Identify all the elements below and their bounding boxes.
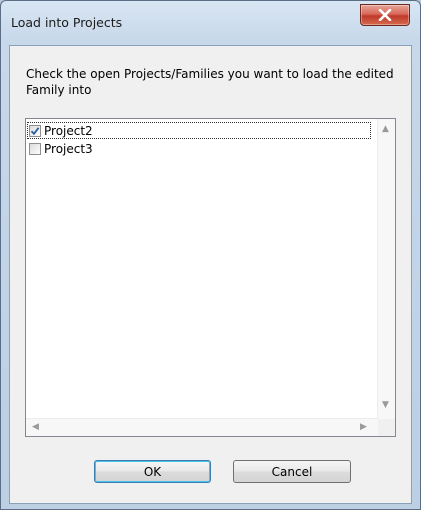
project3-label: Project3 (44, 141, 93, 156)
scroll-right-icon[interactable]: ▶ (360, 423, 367, 432)
scroll-down-icon[interactable]: ▼ (382, 401, 389, 410)
list-item-project2[interactable]: Project2 (27, 122, 371, 139)
vertical-scrollbar[interactable]: ▲ ▼ (377, 119, 395, 419)
cancel-button[interactable]: Cancel (233, 460, 351, 483)
ok-button[interactable]: OK (94, 460, 211, 483)
scroll-left-icon[interactable]: ◀ (32, 423, 39, 432)
project2-label: Project2 (44, 123, 93, 138)
dialog-title: Load into Projects (11, 15, 123, 30)
project2-checkbox[interactable] (29, 124, 41, 137)
instruction-text: Check the open Projects/Families you wan… (26, 67, 394, 97)
scrollbar-corner (378, 419, 395, 436)
scroll-up-icon[interactable]: ▲ (382, 125, 389, 134)
list-item-project3[interactable]: Project3 (27, 140, 93, 157)
title-bar[interactable]: Load into Projects (1, 1, 420, 45)
dialog-window: Load into Projects Check the open Projec… (0, 0, 421, 510)
projects-listbox[interactable]: Project2 Project3 ▲ ▼ ◀ ▶ (25, 118, 396, 437)
close-icon (378, 9, 392, 21)
horizontal-scrollbar[interactable]: ◀ ▶ (26, 418, 378, 436)
project3-checkbox[interactable] (29, 142, 41, 155)
check-icon (30, 126, 40, 135)
close-button[interactable] (360, 4, 410, 26)
dialog-body: Check the open Projects/Families you wan… (9, 45, 412, 504)
